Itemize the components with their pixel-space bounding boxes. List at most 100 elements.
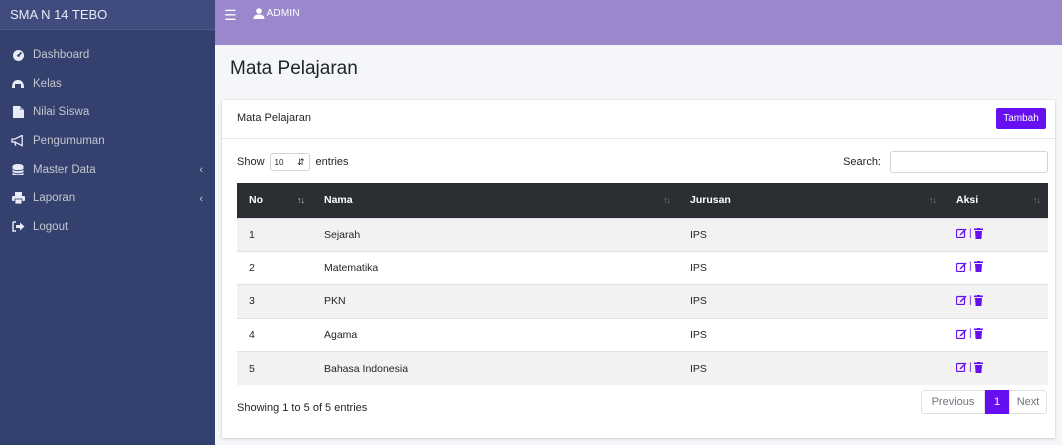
- table-info: Showing 1 to 5 of 5 entries: [237, 402, 368, 414]
- row-actions: |: [956, 227, 983, 239]
- page-title: Mata Pelajaran: [230, 58, 358, 79]
- chevron-left-icon: ‹: [199, 192, 203, 205]
- sidebar-item-label: Master Data: [33, 163, 96, 176]
- sidebar-item-kelas[interactable]: Kelas: [0, 70, 215, 99]
- edit-icon[interactable]: [956, 295, 967, 306]
- brand-title[interactable]: SMA N 14 TEBO: [0, 0, 215, 30]
- cell-aksi: |: [944, 351, 1048, 385]
- cell-nama: Sejarah: [312, 217, 678, 252]
- column-header-nama[interactable]: Nama ↑↓: [312, 183, 678, 218]
- entries-label: entries: [315, 156, 349, 168]
- edit-icon[interactable]: [956, 228, 967, 239]
- cell-aksi: |: [944, 284, 1048, 319]
- sidebar-item-label: Logout: [33, 220, 69, 233]
- sidebar-item-dashboard[interactable]: Dashboard: [0, 41, 215, 70]
- chevron-left-icon: ‹: [199, 164, 203, 177]
- print-icon: [11, 191, 25, 205]
- sidebar: SMA N 14 TEBO Dashboard Kelas Nilai Sisw…: [0, 0, 215, 445]
- cell-nama: Agama: [312, 317, 678, 352]
- cell-nama: PKN: [312, 284, 678, 319]
- table-row: 3 PKN IPS |: [237, 284, 1048, 319]
- trash-icon[interactable]: [973, 227, 983, 239]
- pagination: Previous 1 Next: [921, 390, 1047, 414]
- cell-nama: Bahasa Indonesia: [312, 351, 678, 385]
- card-header: Mata Pelajaran Tambah: [222, 100, 1055, 139]
- cell-jurusan: IPS: [678, 317, 944, 352]
- sort-icon: ↑↓: [929, 195, 937, 205]
- edit-icon[interactable]: [956, 262, 967, 272]
- action-separator: |: [969, 227, 972, 239]
- user-icon: [253, 8, 265, 19]
- trash-icon[interactable]: [973, 261, 983, 273]
- database-icon: [11, 163, 25, 177]
- sidebar-item-label: Pengumuman: [33, 135, 105, 148]
- trash-icon[interactable]: [973, 328, 983, 340]
- cell-jurusan: IPS: [678, 284, 944, 319]
- cell-no: 4: [237, 317, 312, 352]
- column-header-jurusan[interactable]: Jurusan ↑↓: [678, 183, 944, 218]
- cell-no: 5: [237, 351, 312, 385]
- card-title: Mata Pelajaran: [237, 112, 311, 124]
- cell-jurusan: IPS: [678, 351, 944, 385]
- row-actions: |: [956, 294, 983, 306]
- cell-aksi: |: [944, 250, 1048, 285]
- add-button[interactable]: Tambah: [996, 108, 1046, 129]
- search-control: Search:: [843, 151, 1048, 173]
- bullhorn-icon: [11, 134, 25, 148]
- sidebar-item-label: Nilai Siswa: [33, 106, 90, 119]
- sidebar-item-laporan[interactable]: Laporan ‹: [0, 184, 215, 213]
- select-arrows-icon: ⇵: [296, 156, 305, 167]
- table-row: 2 Matematika IPS |: [237, 250, 1048, 285]
- sidebar-item-pengumuman[interactable]: Pengumuman: [0, 127, 215, 156]
- cell-no: 3: [237, 284, 312, 319]
- cell-aksi: |: [944, 317, 1048, 352]
- top-navbar: ☰ ADMIN: [215, 0, 1062, 45]
- cell-no: 1: [237, 217, 312, 252]
- action-separator: |: [969, 261, 972, 273]
- trash-icon[interactable]: [973, 294, 983, 306]
- sort-icon: ↑↓: [1033, 195, 1041, 205]
- action-separator: |: [969, 361, 972, 373]
- user-name: ADMIN: [266, 8, 300, 19]
- row-actions: |: [956, 328, 983, 340]
- pagination-page-1[interactable]: 1: [985, 390, 1009, 414]
- sidebar-item-logout[interactable]: Logout: [0, 213, 215, 242]
- sidebar-nav: Dashboard Kelas Nilai Siswa Pengumuman M…: [0, 30, 215, 241]
- edit-icon[interactable]: [956, 362, 967, 373]
- search-label: Search:: [843, 156, 881, 168]
- sign-out-icon: [11, 220, 25, 234]
- sidebar-item-label: Laporan: [33, 192, 76, 205]
- entries-length-control: Show 10 ⇵ entries: [237, 153, 349, 171]
- table-row: 4 Agama IPS |: [237, 317, 1048, 352]
- sidebar-item-nilai-siswa[interactable]: Nilai Siswa: [0, 98, 215, 127]
- sidebar-item-master-data[interactable]: Master Data ‹: [0, 155, 215, 184]
- trash-icon[interactable]: [973, 361, 983, 373]
- tachometer-icon: [11, 48, 25, 62]
- edit-icon[interactable]: [956, 329, 967, 339]
- action-separator: |: [969, 328, 972, 340]
- table-body: 1 Sejarah IPS | 2 Matematika IPS | 3 PKN…: [237, 217, 1048, 385]
- table-row: 1 Sejarah IPS |: [237, 217, 1048, 252]
- sort-asc-icon: ↑↓: [297, 195, 305, 205]
- pagination-next[interactable]: Next: [1009, 390, 1047, 414]
- cell-no: 2: [237, 250, 312, 285]
- row-actions: |: [956, 361, 983, 373]
- sort-icon: ↑↓: [663, 195, 671, 205]
- cell-jurusan: IPS: [678, 250, 944, 285]
- row-actions: |: [956, 261, 983, 273]
- user-menu[interactable]: ADMIN: [253, 8, 300, 19]
- column-header-aksi[interactable]: Aksi ↑↓: [944, 183, 1048, 218]
- cell-aksi: |: [944, 217, 1048, 252]
- show-label: Show: [237, 156, 265, 168]
- table-row: 5 Bahasa Indonesia IPS |: [237, 351, 1048, 385]
- column-header-no[interactable]: No ↑↓: [237, 183, 312, 218]
- menu-toggle-icon[interactable]: ☰: [224, 8, 237, 22]
- entries-select[interactable]: 10 ⇵: [269, 153, 310, 171]
- table-header-row: No ↑↓ Nama ↑↓ Jurusan ↑↓ Aksi ↑↓: [237, 183, 1048, 218]
- data-table: No ↑↓ Nama ↑↓ Jurusan ↑↓ Aksi ↑↓ 1 Sejar…: [237, 183, 1048, 385]
- action-separator: |: [969, 294, 972, 306]
- sidebar-item-label: Dashboard: [33, 49, 90, 62]
- pagination-previous[interactable]: Previous: [921, 390, 985, 414]
- cell-jurusan: IPS: [678, 217, 944, 252]
- search-input[interactable]: [890, 151, 1048, 173]
